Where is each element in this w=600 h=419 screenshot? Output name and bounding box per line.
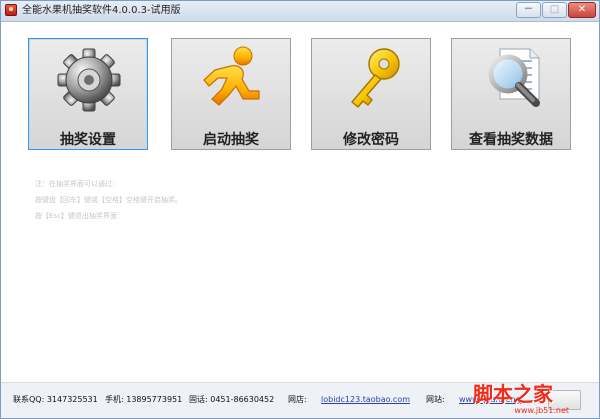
lottery-settings-button[interactable]: 抽奖设置: [28, 38, 148, 150]
change-password-label: 修改密码: [343, 132, 399, 148]
gear-icon: [57, 48, 121, 112]
app-icon: [5, 4, 17, 16]
minimize-button[interactable]: －: [516, 2, 541, 18]
instruction-note-1: 注：在抽奖界面可以通过：: [35, 180, 119, 188]
window-title: 全能水果机抽奖软件4.0.0.3-试用版: [22, 5, 181, 16]
shop-link[interactable]: lobidc123.taobao.com: [321, 395, 410, 405]
contact-qq: 联系QQ: 3147325531: [13, 395, 98, 404]
search-document-icon: [488, 48, 540, 107]
shop-label: 网店:: [288, 395, 307, 404]
change-password-button[interactable]: 修改密码: [311, 38, 431, 150]
app-window: 全能水果机抽奖软件4.0.0.3-试用版 － □ ✕ 抽奖设置 启动抽奖 修改密…: [0, 0, 600, 419]
title-bar[interactable]: 全能水果机抽奖软件4.0.0.3-试用版 － □ ✕: [1, 1, 599, 22]
instruction-note-3: 按【Esc】键退出抽奖界面: [35, 212, 117, 220]
main-content: 抽奖设置 启动抽奖 修改密码 查看抽奖数据 注：在抽奖界面可以通过： 按键盘【回…: [1, 22, 599, 382]
runner-icon: [203, 46, 260, 106]
close-button[interactable]: ✕: [568, 2, 596, 18]
watermark-url: www.jb51.net: [514, 406, 569, 415]
lottery-settings-label: 抽奖设置: [60, 132, 116, 148]
key-icon: [351, 48, 400, 108]
watermark-logo: 脚本之家: [473, 382, 553, 406]
view-lottery-data-button[interactable]: 查看抽奖数据: [451, 38, 571, 150]
instruction-note-2: 按键盘【回车】键或【空格】空格键开启抽奖。: [35, 196, 182, 204]
contact-mobile: 手机: 13895773951: [105, 395, 183, 404]
maximize-button[interactable]: □: [542, 2, 567, 18]
start-lottery-button[interactable]: 启动抽奖: [171, 38, 291, 150]
status-footer: 联系QQ: 3147325531 手机: 13895773951 固话: 045…: [1, 382, 599, 418]
contact-phone: 固话: 0451-86630452: [189, 395, 275, 404]
website-label: 网站:: [426, 395, 445, 404]
start-lottery-label: 启动抽奖: [203, 132, 259, 148]
view-lottery-data-label: 查看抽奖数据: [469, 132, 553, 148]
